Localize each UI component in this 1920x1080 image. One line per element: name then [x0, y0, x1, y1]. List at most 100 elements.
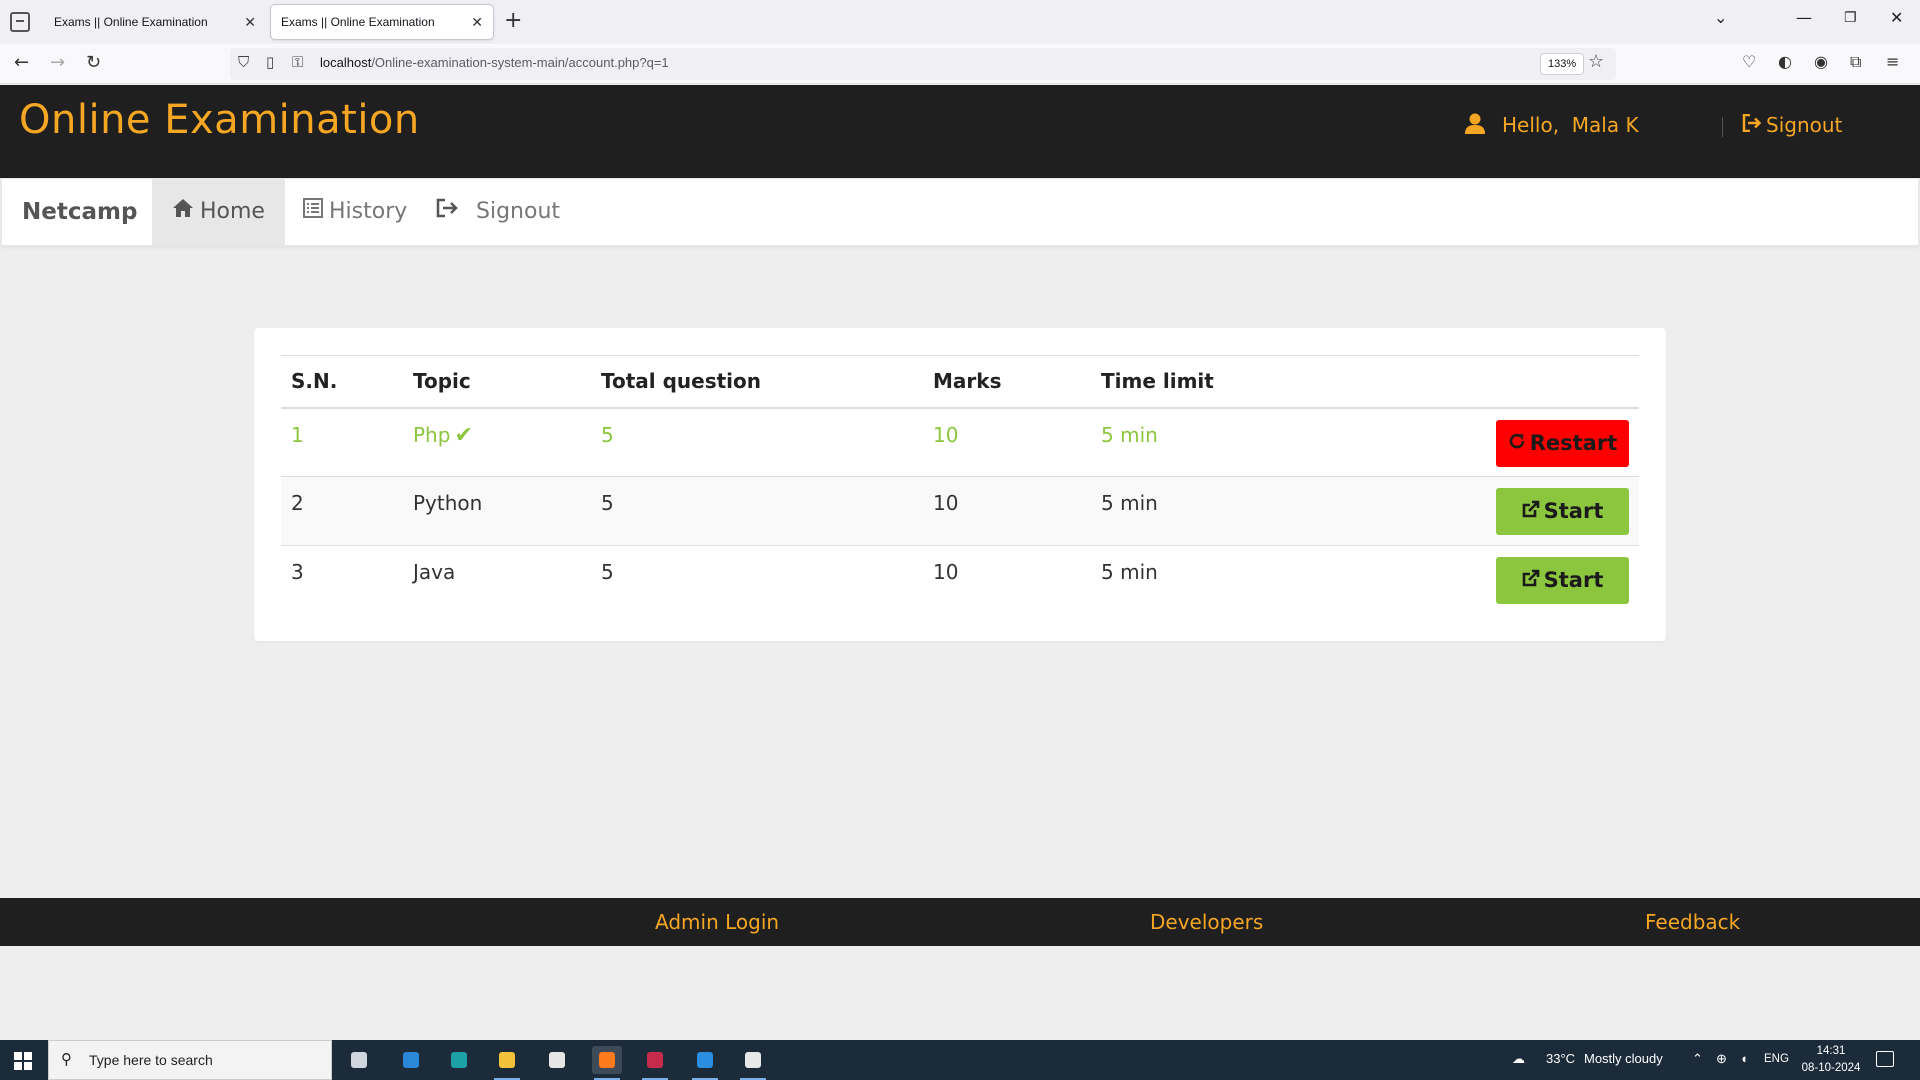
clock[interactable]: 14:31 08-10-2024	[1796, 1043, 1866, 1077]
url-host: localhost	[320, 55, 372, 70]
signout-icon	[1742, 113, 1762, 137]
window-close-icon[interactable]: ✕	[1890, 8, 1903, 27]
site-title: Online Examination	[19, 97, 420, 143]
shield-icon[interactable]: ⛉	[238, 53, 249, 71]
cell-total: 5	[591, 545, 923, 615]
cell-action: Start	[1451, 476, 1639, 546]
column-header-total-question: Total question	[591, 355, 923, 409]
cell-total: 5	[591, 476, 923, 546]
brand-name[interactable]: Netcamp	[22, 199, 137, 225]
refresh-icon	[1508, 420, 1526, 467]
start-button[interactable]: Start	[1496, 488, 1629, 535]
column-header-marks: Marks	[923, 355, 1091, 409]
close-icon[interactable]: ✕	[471, 5, 483, 39]
cell-topic: Python	[403, 476, 591, 546]
external-link-icon	[1522, 488, 1540, 535]
browser-tab-2[interactable]: Exams || Online Examination ✕	[271, 5, 493, 39]
user-name: Mala K	[1571, 113, 1639, 137]
nav-item-label: History	[329, 199, 408, 224]
windows-start-icon[interactable]	[14, 1052, 32, 1070]
quiz-table: S.N. Topic Total question Marks Time lim…	[281, 355, 1639, 615]
new-tab-button[interactable]: +	[504, 8, 522, 33]
key-icon[interactable]: ⚿	[292, 53, 303, 71]
cell-time: 5 min	[1091, 407, 1451, 477]
url-text[interactable]: localhost/Online-examination-system-main…	[320, 55, 669, 70]
nav-item-history[interactable]: History	[283, 179, 427, 245]
tab-title: Exams || Online Examination	[54, 15, 208, 29]
nav-item-signout[interactable]: Signout	[416, 179, 580, 245]
cell-total: 5	[591, 407, 923, 477]
tab-overflow-chevron-icon[interactable]: ⌄	[1714, 8, 1727, 27]
weather-temp[interactable]: 33°C	[1546, 1051, 1575, 1066]
browser-tab-bar: Exams || Online Examination ✕ Exams || O…	[0, 0, 1920, 44]
browser-tab-1[interactable]: Exams || Online Examination ✕	[44, 5, 266, 39]
cell-action: Restart	[1451, 407, 1639, 477]
taskbar-search-box[interactable]: ⚲ Type here to search	[48, 1040, 332, 1080]
signout-icon	[436, 179, 460, 245]
cell-sn: 1	[281, 407, 403, 477]
reload-icon[interactable]: ↻	[86, 52, 101, 73]
search-placeholder: Type here to search	[89, 1052, 213, 1068]
column-header-time-limit: Time limit	[1091, 355, 1451, 409]
column-header-topic: Topic	[403, 355, 591, 409]
edge-icon[interactable]	[444, 1046, 474, 1074]
header-signout-link[interactable]: Signout	[1742, 113, 1842, 137]
network-icon[interactable]: ⊕	[1716, 1051, 1727, 1067]
nav-item-home[interactable]: Home	[152, 179, 285, 245]
close-icon[interactable]: ✕	[244, 5, 256, 39]
table-row: 1 Php ✔ 5 10 5 min Restart	[281, 407, 1639, 477]
minimize-icon[interactable]: —	[1796, 8, 1812, 27]
firefox-icon[interactable]	[592, 1046, 622, 1080]
weather-desc[interactable]: Mostly cloudy	[1584, 1051, 1663, 1066]
weather-icon[interactable]: ☁	[1512, 1051, 1525, 1067]
page-info-icon[interactable]: ▯	[266, 53, 274, 71]
admin-login-link[interactable]: Admin Login	[655, 910, 779, 934]
extensions-icon[interactable]: ⧉	[1850, 52, 1861, 72]
account-icon[interactable]: ◉	[1814, 52, 1828, 71]
user-icon	[1464, 113, 1486, 139]
menu-hamburger-icon[interactable]: ≡	[1886, 52, 1899, 71]
pocket-icon[interactable]: ♡	[1742, 52, 1756, 71]
cell-marks: 10	[923, 407, 1091, 477]
clock-date: 08-10-2024	[1801, 1062, 1861, 1074]
cell-time: 5 min	[1091, 545, 1451, 615]
quiz-panel: S.N. Topic Total question Marks Time lim…	[254, 328, 1666, 641]
recorder-icon[interactable]	[640, 1046, 670, 1080]
nav-item-label: Home	[200, 199, 265, 224]
nav-item-label: Signout	[476, 199, 561, 224]
list-icon	[303, 179, 323, 245]
cell-time: 5 min	[1091, 476, 1451, 546]
external-link-icon	[1522, 557, 1540, 604]
volume-icon[interactable]: ◖	[1740, 1051, 1748, 1066]
zoom-level-badge[interactable]: 133%	[1540, 53, 1585, 75]
developers-link[interactable]: Developers	[1150, 910, 1263, 934]
notification-icon[interactable]	[1876, 1051, 1894, 1067]
vscode-icon[interactable]	[690, 1046, 720, 1080]
photos-icon[interactable]	[738, 1046, 768, 1080]
column-header-sn: S.N.	[281, 355, 403, 409]
mail-icon[interactable]	[542, 1046, 572, 1074]
back-arrow-icon[interactable]: ←	[14, 52, 29, 73]
bookmark-star-icon[interactable]: ☆	[1588, 51, 1604, 72]
restore-icon[interactable]: ❐	[1844, 10, 1857, 26]
forward-arrow-icon[interactable]: →	[50, 52, 65, 73]
language-indicator[interactable]: ENG	[1764, 1053, 1789, 1065]
url-bar[interactable]: ⛉ ▯ ⚿ localhost/Online-examination-syste…	[230, 48, 1616, 80]
column-header-action	[1451, 355, 1639, 409]
cell-sn: 3	[281, 545, 403, 615]
topic-label: Php	[413, 422, 451, 447]
tab-list-icon[interactable]	[10, 12, 30, 32]
greeting-text: Hello,	[1502, 113, 1560, 137]
task-view-icon[interactable]	[344, 1046, 374, 1074]
file-explorer-icon[interactable]	[492, 1046, 522, 1080]
user-greeting: Hello, Mala K	[1502, 113, 1639, 137]
firefox-view-icon[interactable]: ◐	[1778, 52, 1792, 71]
show-hidden-icons-chevron-icon[interactable]: ⌃	[1692, 1051, 1703, 1067]
restart-button-label: Restart	[1529, 430, 1618, 455]
feedback-link[interactable]: Feedback	[1645, 910, 1740, 934]
site-header: Online Examination Hello, Mala K Signout	[0, 85, 1920, 178]
start-button[interactable]: Start	[1496, 557, 1629, 604]
store-icon[interactable]	[396, 1046, 426, 1074]
restart-button[interactable]: Restart	[1496, 419, 1629, 467]
table-header-row: S.N. Topic Total question Marks Time lim…	[281, 355, 1639, 409]
